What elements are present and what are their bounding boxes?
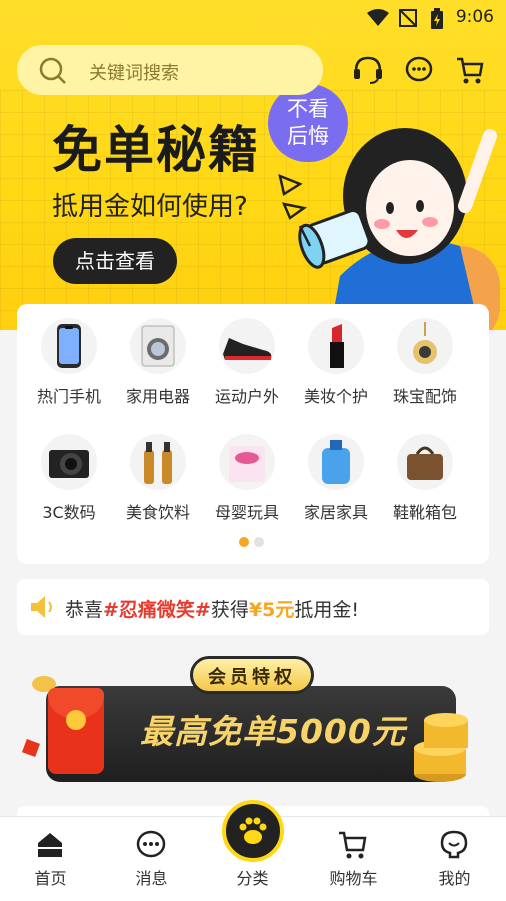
- category-item[interactable]: 运动户外: [203, 318, 291, 407]
- notice-amount: ¥5元: [248, 599, 295, 621]
- category-item[interactable]: 鞋靴箱包: [381, 434, 469, 523]
- carousel-dots: [239, 532, 269, 551]
- handbag-icon: [397, 434, 453, 490]
- notice-text: 恭喜#忍痛微笑#获得¥5元抵用金!: [65, 595, 359, 622]
- category-item[interactable]: 家用电器: [114, 318, 202, 407]
- hero-cta-button[interactable]: 点击查看: [53, 238, 177, 284]
- category-label: 3C数码: [42, 503, 96, 522]
- status-time: 9:06: [455, 7, 494, 27]
- category-item[interactable]: 母婴玩具: [203, 434, 291, 523]
- chat-icon[interactable]: [404, 55, 434, 85]
- category-label: 家用电器: [125, 387, 190, 406]
- tab-label: 我的: [438, 869, 471, 888]
- message-icon: [136, 830, 166, 858]
- hero-title: 免单秘籍: [52, 121, 260, 179]
- hero-speech-bubble: 不看 后悔: [268, 84, 348, 162]
- category-item[interactable]: 3C数码: [25, 434, 113, 523]
- red-envelope-icon: [48, 688, 104, 774]
- notice-suffix: 抵用金!: [294, 599, 359, 621]
- paw-icon: [239, 817, 267, 844]
- notice-bar[interactable]: 恭喜#忍痛微笑#获得¥5元抵用金!: [17, 579, 489, 635]
- cart-icon: [339, 831, 367, 859]
- category-label: 美食饮料: [125, 503, 190, 522]
- category-label: 运动户外: [214, 387, 279, 406]
- category-card: 热门手机 家用电器 运动户外 美妆个护 珠宝配饰 3C数码 美食饮料 母婴玩具 …: [17, 304, 489, 564]
- lipstick-icon: [308, 318, 364, 374]
- category-item[interactable]: 美妆个护: [292, 318, 380, 407]
- hero-subtitle: 抵用金如何使用?: [52, 192, 248, 222]
- category-center-button[interactable]: [222, 800, 284, 862]
- wifi-icon: [367, 9, 389, 26]
- gold-coins-icon: [414, 713, 468, 782]
- status-bar: 9:06: [0, 0, 506, 34]
- tab-label: 购物车: [329, 869, 378, 888]
- tab-label: 首页: [34, 869, 67, 888]
- category-item[interactable]: 美食饮料: [114, 434, 202, 523]
- profile-icon: [440, 830, 468, 859]
- detergent-icon: [308, 434, 364, 490]
- vip-tag: 会员特权: [190, 656, 314, 694]
- vip-headline: 最高免单5000元: [140, 712, 406, 751]
- sneaker-icon: [219, 318, 275, 374]
- red-envelope-button: [66, 710, 86, 730]
- tab-label: 分类: [236, 869, 269, 888]
- category-label: 母婴玩具: [214, 503, 279, 522]
- notice-prefix: 恭喜: [65, 599, 104, 621]
- speaker-icon: [31, 596, 52, 618]
- notice-user: #忍痛微笑#: [103, 599, 211, 621]
- customer-service-icon[interactable]: [352, 55, 384, 85]
- search-input[interactable]: 关键词搜索: [17, 45, 323, 95]
- pendant-icon: [397, 318, 453, 374]
- diaper-icon: [219, 434, 275, 490]
- notice-mid: 获得: [210, 599, 249, 621]
- confetti-icon: [22, 739, 40, 757]
- camera-icon: [41, 434, 97, 490]
- home-icon: [38, 833, 62, 857]
- search-placeholder: 关键词搜索: [89, 63, 179, 84]
- dot-inactive: [254, 537, 264, 547]
- category-label: 鞋靴箱包: [392, 503, 457, 522]
- category-label: 家居家具: [303, 503, 368, 522]
- phone-icon: [41, 318, 97, 374]
- category-label: 珠宝配饰: [392, 387, 457, 406]
- dot-active: [239, 537, 249, 547]
- cart-icon[interactable]: [455, 55, 485, 85]
- washing-machine-icon: [130, 318, 186, 374]
- tab-label: 消息: [135, 869, 168, 888]
- battery-icon: [431, 8, 443, 29]
- bubble-text-2: 后悔: [287, 124, 329, 148]
- no-signal-icon: [399, 9, 417, 27]
- category-label: 热门手机: [36, 387, 101, 406]
- search-icon: [39, 57, 66, 84]
- bubble-text-1: 不看: [287, 97, 329, 121]
- category-label: 美妆个护: [303, 387, 368, 406]
- category-item[interactable]: 珠宝配饰: [381, 318, 469, 407]
- category-item[interactable]: 热门手机: [25, 318, 113, 407]
- category-item[interactable]: 家居家具: [292, 434, 380, 523]
- beer-icon: [130, 434, 186, 490]
